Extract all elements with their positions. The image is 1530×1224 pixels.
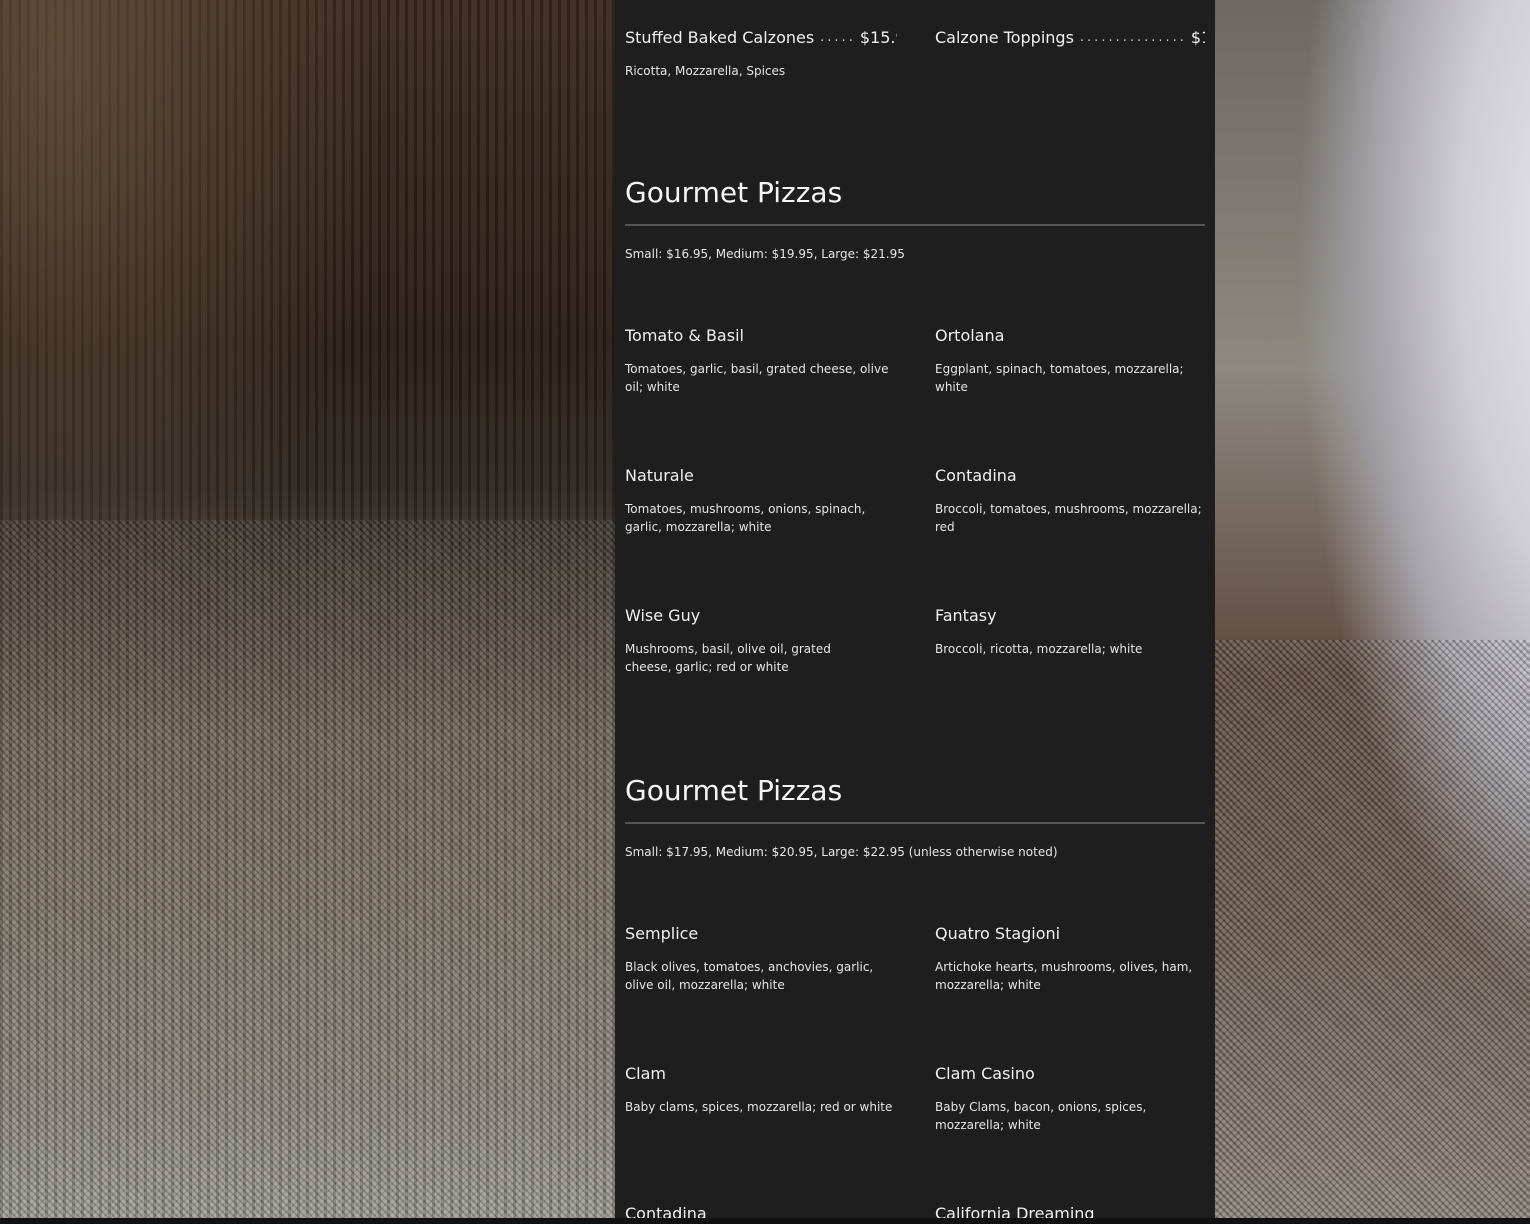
pizza-description: Baby clams, spices, mozzarella; red or w… [625,1100,893,1114]
pizza-name: Ortolana [935,326,1005,345]
section-price-note: Small: $16.95, Medium: $19.95, Large: $2… [625,247,905,261]
pizza-description: Artichoke hearts, mushrooms, olives, ham… [935,960,1193,992]
menu-item-stuffed-baked-calzones: Stuffed Baked Calzones.....$15.95 [625,28,897,47]
section-title: Gourmet Pizzas [625,774,843,807]
pizza-name: Naturale [625,466,694,485]
menu-item-calzone-toppings: Calzone Toppings...............$1 [935,28,1205,47]
pizza-name: Clam [625,1064,667,1083]
section-divider [625,224,1205,226]
pizza-name: Wise Guy [625,606,701,625]
menu-panel: Stuffed Baked Calzones.....$15.95 Ricott… [615,0,1215,1224]
item-description: Ricotta, Mozzarella, Spices [625,64,786,78]
item-name: Calzone Toppings [935,28,1074,47]
pizza-description: Mushrooms, basil, olive oil, grated chee… [625,642,831,674]
pizza-name: Semplice [625,924,699,943]
background-image-right [1215,0,1530,1224]
section-title: Gourmet Pizzas [625,176,843,209]
pizza-description: Eggplant, spinach, tomatoes, mozzarella;… [935,362,1184,394]
item-price: $15.95 [859,28,897,47]
pizza-description: Broccoli, tomatoes, mushrooms, mozzarell… [935,502,1202,534]
pizza-name: Tomato & Basil [625,326,744,345]
leader-dots: ..... [820,30,856,45]
section-price-note: Small: $17.95, Medium: $20.95, Large: $2… [625,845,1058,859]
item-price: $1 [1190,28,1205,47]
background-image-left [0,0,615,1224]
pizza-name: Contadina [935,466,1017,485]
leader-dots: ............... [1079,30,1187,45]
section-divider [625,822,1205,824]
pizza-description: Black olives, tomatoes, anchovies, garli… [625,960,874,992]
pizza-description: Broccoli, ricotta, mozzarella; white [935,642,1143,656]
pizza-name: Fantasy [935,606,997,625]
item-name: Stuffed Baked Calzones [625,28,815,47]
pizza-description: Tomatoes, mushrooms, onions, spinach, ga… [625,502,866,534]
bottom-edge [0,1218,1530,1224]
pizza-description: Baby Clams, bacon, onions, spices, mozza… [935,1100,1147,1132]
pizza-name: Clam Casino [935,1064,1035,1083]
pizza-name: Quatro Stagioni [935,924,1061,943]
pizza-description: Tomatoes, garlic, basil, grated cheese, … [625,362,889,394]
